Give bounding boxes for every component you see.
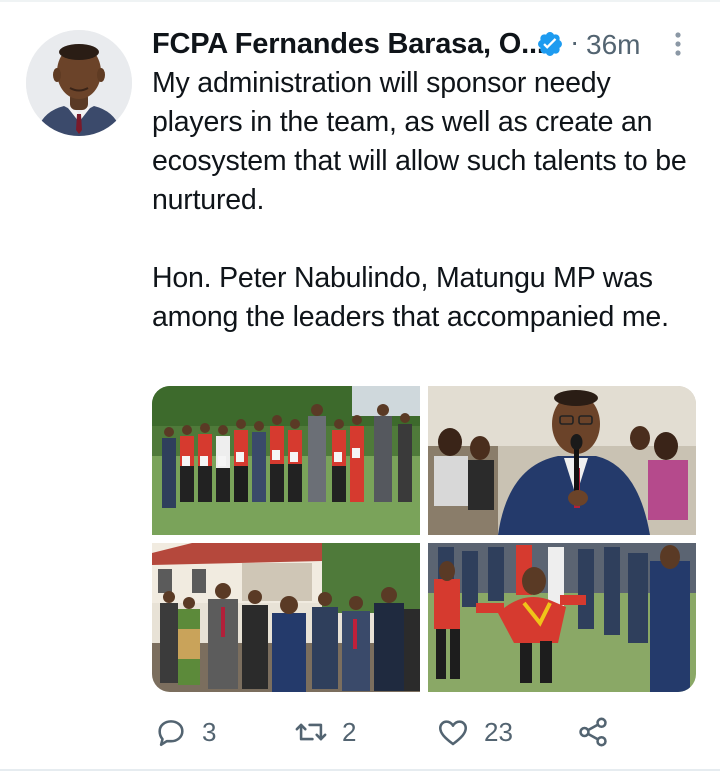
photo-player-dancing[interactable] xyxy=(428,543,696,692)
reply-count: 3 xyxy=(202,716,217,747)
more-vertical-icon[interactable] xyxy=(666,28,690,60)
retweet-button[interactable]: 2 xyxy=(294,712,356,752)
share-icon xyxy=(579,717,607,747)
dot-separator: · xyxy=(570,26,580,57)
verified-badge-icon xyxy=(536,30,564,58)
tweet-header: FCPA Fernandes Barasa, O... · 36m xyxy=(152,22,692,66)
author-name[interactable]: FCPA Fernandes Barasa, O... xyxy=(152,28,545,61)
photo-officials-walking[interactable] xyxy=(152,543,420,692)
like-icon xyxy=(438,720,468,746)
like-count: 23 xyxy=(484,716,513,747)
reply-button[interactable]: 3 xyxy=(154,712,216,752)
reply-icon xyxy=(158,720,184,747)
like-button[interactable]: 23 xyxy=(436,712,513,752)
photo-group-outdoors[interactable] xyxy=(152,386,420,535)
share-button[interactable] xyxy=(576,712,610,752)
timestamp[interactable]: 36m xyxy=(586,29,640,61)
top-divider xyxy=(0,0,720,2)
bottom-divider xyxy=(0,769,720,771)
media-grid xyxy=(152,386,696,692)
photo-speaker-microphone[interactable] xyxy=(428,386,696,535)
retweet-count: 2 xyxy=(342,716,357,747)
author-avatar[interactable] xyxy=(26,30,132,136)
tweet-text: My administration will sponsor needy pla… xyxy=(152,67,687,333)
retweet-icon xyxy=(295,723,327,741)
tweet-actions: 3 2 23 xyxy=(152,712,672,752)
